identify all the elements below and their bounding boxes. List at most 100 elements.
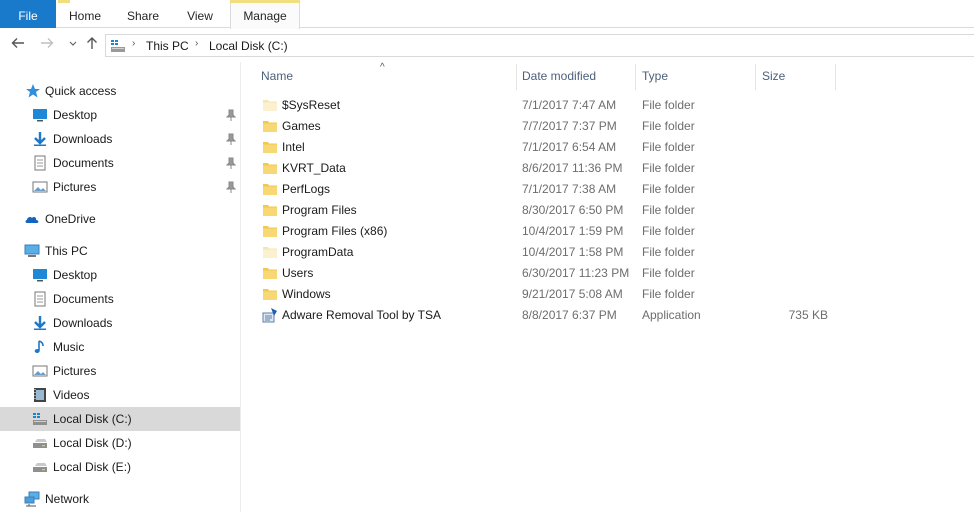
network-icon: [24, 491, 40, 507]
breadcrumb-local-disk-c[interactable]: Local Disk (C:): [209, 39, 288, 53]
file-row[interactable]: Games 7/7/2017 7:37 PM File folder: [242, 116, 974, 137]
sidebar-item-pc-pictures[interactable]: Pictures: [0, 359, 240, 383]
column-header-type[interactable]: Type: [642, 62, 752, 91]
tab-share[interactable]: Share: [117, 0, 169, 28]
folder-icon: [263, 205, 277, 216]
star-icon: [26, 84, 40, 98]
file-type: File folder: [642, 98, 695, 112]
pin-icon[interactable]: [225, 108, 237, 122]
file-name: KVRT_Data: [282, 161, 346, 175]
sidebar-item-documents[interactable]: Documents: [0, 151, 240, 175]
file-row[interactable]: Users 6/30/2017 11:23 PM File folder: [242, 263, 974, 284]
arrow-left-icon: [11, 38, 24, 48]
file-date-modified: 7/7/2017 7:37 PM: [522, 119, 617, 133]
file-date-modified: 7/1/2017 7:47 AM: [522, 98, 617, 112]
tab-file[interactable]: File: [0, 0, 56, 28]
chevron-right-icon[interactable]: ›: [195, 38, 198, 49]
file-row[interactable]: Adware Removal Tool by TSA 8/8/2017 6:37 …: [242, 305, 974, 326]
file-type: Application: [642, 308, 701, 322]
folder-icon: [263, 142, 277, 153]
file-size: 735 KB: [788, 308, 828, 322]
sidebar-item-pictures[interactable]: Pictures: [0, 175, 240, 199]
file-row[interactable]: $SysReset 7/1/2017 7:47 AM File folder: [242, 95, 974, 116]
column-header-name[interactable]: Name: [261, 62, 511, 91]
tab-view[interactable]: View: [174, 0, 226, 28]
navigation-pane: Quick access Desktop Downloads Documents…: [0, 62, 241, 512]
sidebar-item-pc-desktop[interactable]: Desktop: [0, 263, 240, 287]
sidebar-item-pc-documents[interactable]: Documents: [0, 287, 240, 311]
file-row[interactable]: Program Files 8/30/2017 6:50 PM File folde…: [242, 200, 974, 221]
drive-icon: [33, 439, 47, 448]
document-icon: [34, 291, 46, 307]
forward-button[interactable]: [38, 35, 56, 55]
file-date-modified: 9/21/2017 5:08 AM: [522, 287, 623, 301]
folder-light-icon: [263, 100, 277, 111]
sidebar-item-local-disk-e[interactable]: Local Disk (E:): [0, 455, 240, 479]
column-header-date-modified[interactable]: Date modified: [522, 62, 632, 91]
folder-icon: [263, 184, 277, 195]
file-date-modified: 8/30/2017 6:50 PM: [522, 203, 624, 217]
column-divider[interactable]: [516, 64, 517, 90]
file-type: File folder: [642, 140, 695, 154]
file-row[interactable]: Windows 9/21/2017 5:08 AM File folder: [242, 284, 974, 305]
chevron-right-icon[interactable]: ›: [132, 38, 135, 49]
file-type: File folder: [642, 203, 695, 217]
sidebar-item-network[interactable]: Network: [0, 487, 240, 511]
file-name: Program Files: [282, 203, 357, 217]
navigation-bar: › This PC › Local Disk (C:): [0, 29, 974, 62]
column-headers: ^ Name Date modified Type Size: [242, 62, 974, 92]
drive-c-icon: [111, 40, 125, 52]
file-type: File folder: [642, 182, 695, 196]
sidebar-item-this-pc[interactable]: This PC: [0, 239, 240, 263]
up-button[interactable]: [83, 35, 101, 55]
file-date-modified: 8/8/2017 6:37 PM: [522, 308, 617, 322]
file-date-modified: 6/30/2017 11:23 PM: [522, 266, 630, 280]
sidebar-item-music[interactable]: Music: [0, 335, 240, 359]
column-header-size[interactable]: Size: [762, 62, 832, 91]
column-divider[interactable]: [635, 64, 636, 90]
sidebar-item-local-disk-c[interactable]: Local Disk (C:): [0, 407, 240, 431]
pin-icon[interactable]: [225, 132, 237, 146]
file-type: File folder: [642, 287, 695, 301]
file-row[interactable]: Program Files (x86) 10/4/2017 1:59 PM File…: [242, 221, 974, 242]
pictures-icon: [32, 181, 48, 193]
sidebar-item-desktop[interactable]: Desktop: [0, 103, 240, 127]
sidebar-item-local-disk-d[interactable]: Local Disk (D:): [0, 431, 240, 455]
manage-accent: [230, 0, 300, 3]
file-row[interactable]: PerfLogs 7/1/2017 7:38 AM File folder: [242, 179, 974, 200]
tab-home[interactable]: Home: [58, 0, 112, 28]
file-row[interactable]: Intel 7/1/2017 6:54 AM File folder: [242, 137, 974, 158]
file-row[interactable]: KVRT_Data 8/6/2017 11:36 PM File folder: [242, 158, 974, 179]
file-name: Windows: [282, 287, 331, 301]
file-name: Intel: [282, 140, 305, 154]
file-name: Users: [282, 266, 314, 280]
document-icon: [34, 155, 46, 171]
sidebar-item-downloads[interactable]: Downloads: [0, 127, 240, 151]
folder-icon: [263, 163, 277, 174]
back-button[interactable]: [9, 35, 27, 55]
file-row[interactable]: ProgramData 10/4/2017 1:58 PM File folder: [242, 242, 974, 263]
drive-c-icon: [33, 413, 47, 425]
arrow-right-icon: [41, 38, 54, 48]
column-divider[interactable]: [755, 64, 756, 90]
pin-icon[interactable]: [225, 156, 237, 170]
file-name: $SysReset: [282, 98, 341, 112]
pin-icon[interactable]: [225, 180, 237, 194]
breadcrumb-this-pc[interactable]: This PC: [146, 39, 189, 53]
column-divider[interactable]: [835, 64, 836, 90]
sidebar-item-onedrive[interactable]: OneDrive: [0, 207, 240, 231]
folder-icon: [263, 121, 277, 132]
tab-manage[interactable]: Manage: [230, 0, 300, 29]
recent-locations-button[interactable]: [64, 35, 82, 55]
sidebar-item-videos[interactable]: Videos: [0, 383, 240, 407]
file-type: File folder: [642, 245, 695, 259]
download-icon: [34, 316, 46, 330]
sidebar-item-quick-access[interactable]: Quick access: [0, 79, 240, 103]
file-date-modified: 7/1/2017 6:54 AM: [522, 140, 617, 154]
sidebar-item-pc-downloads[interactable]: Downloads: [0, 311, 240, 335]
file-type: File folder: [642, 119, 695, 133]
download-icon: [34, 132, 46, 146]
cloud-icon: [25, 216, 39, 223]
address-bar[interactable]: › This PC › Local Disk (C:): [105, 34, 974, 57]
video-icon: [34, 388, 46, 402]
